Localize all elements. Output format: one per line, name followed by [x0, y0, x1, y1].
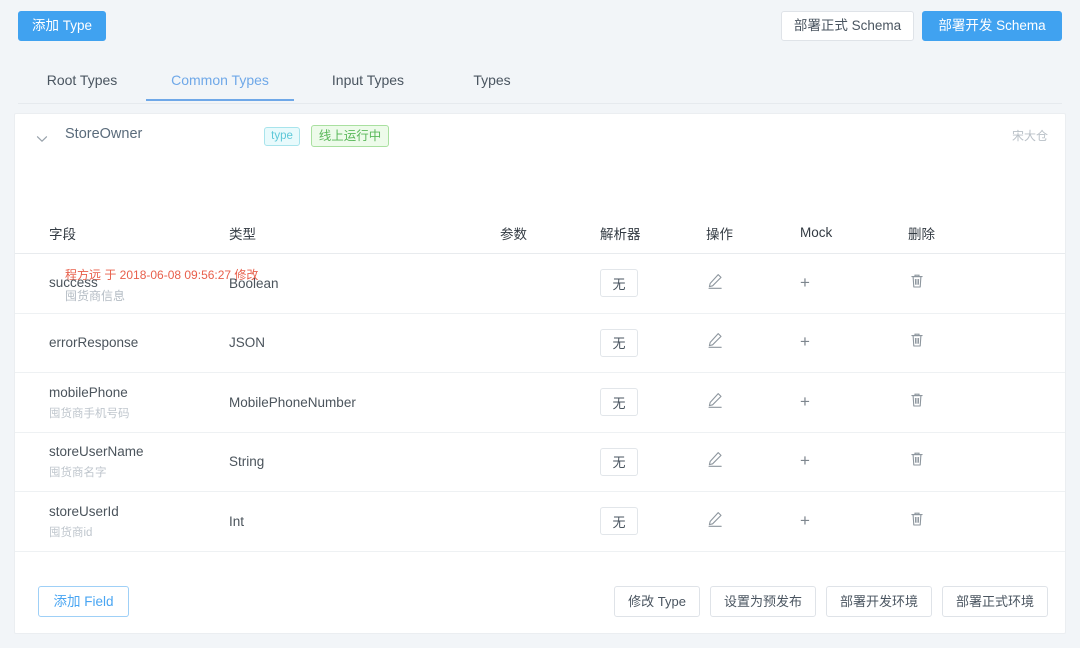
app-page: 添加 Type 部署正式 Schema 部署开发 Schema Root Typ… — [0, 0, 1080, 648]
resolver-select[interactable]: 无 — [600, 447, 638, 476]
pencil-icon[interactable] — [706, 450, 724, 468]
deploy-prod-schema-button[interactable]: 部署正式 Schema — [781, 11, 914, 41]
table-row: errorResponse JSON 无 + — [15, 314, 1065, 373]
delete-cell — [908, 391, 1008, 414]
pencil-icon[interactable] — [706, 510, 724, 528]
deploy-dev-schema-button[interactable]: 部署开发 Schema — [922, 11, 1062, 41]
mock-cell: + — [800, 512, 908, 531]
column-header-field: 字段 — [49, 226, 76, 242]
type-name[interactable]: StoreOwner — [65, 126, 142, 142]
column-header-operation: 操作 — [706, 226, 733, 242]
operation-cell — [706, 331, 800, 354]
resolver-cell: 无 — [600, 507, 706, 536]
resolver-select[interactable]: 无 — [600, 507, 638, 536]
type-card-header: StoreOwner type 线上运行中 程方远 于 2018-06-08 0… — [15, 114, 1065, 303]
trash-icon[interactable] — [908, 450, 926, 468]
field-type: Boolean — [229, 275, 279, 291]
resolver-select[interactable]: 无 — [600, 328, 638, 357]
fields-table: 字段 类型 参数 解析器 操作 Mock 删除 success Boolean 无 +… — [15, 212, 1065, 552]
table-body: success Boolean 无 + errorResponse JSON 无 + mobil… — [15, 254, 1065, 552]
chevron-down-icon[interactable] — [36, 132, 48, 144]
field-cell: storeUserName 囤货商名字 — [15, 443, 229, 480]
tab-input-types[interactable]: Input Types — [294, 62, 442, 100]
resolver-select[interactable]: 无 — [600, 388, 638, 417]
field-cell: success — [15, 274, 229, 292]
table-header-row: 字段 类型 参数 解析器 操作 Mock 删除 — [15, 212, 1065, 254]
field-name: storeUserId — [49, 503, 119, 519]
trash-icon[interactable] — [908, 272, 926, 290]
field-description: 囤货商id — [49, 526, 93, 539]
top-toolbar: 添加 Type 部署正式 Schema 部署开发 Schema — [0, 0, 1080, 52]
type-owner-label: 宋大仓 — [1011, 129, 1048, 143]
field-cell: storeUserId 囤货商id — [15, 503, 229, 540]
plus-icon[interactable]: + — [800, 452, 810, 469]
field-cell: mobilePhone 囤货商手机号码 — [15, 384, 229, 421]
add-type-button[interactable]: 添加 Type — [18, 11, 106, 41]
table-row: success Boolean 无 + — [15, 254, 1065, 314]
table-row: storeUserId 囤货商id Int 无 + — [15, 492, 1065, 552]
operation-cell — [706, 450, 800, 473]
edit-type-button[interactable]: 修改 Type — [614, 586, 700, 617]
field-description: 囤货商名字 — [49, 467, 107, 480]
delete-cell — [908, 510, 1008, 533]
operation-cell — [706, 391, 800, 414]
field-type: Int — [229, 513, 245, 529]
operation-cell — [706, 272, 800, 295]
delete-cell — [908, 331, 1008, 354]
trash-icon[interactable] — [908, 391, 926, 409]
field-type: MobilePhoneNumber — [229, 394, 356, 410]
tab-types[interactable]: Types — [442, 62, 542, 100]
table-row: mobilePhone 囤货商手机号码 MobilePhoneNumber 无 + — [15, 373, 1065, 433]
column-header-param: 参数 — [500, 226, 527, 242]
plus-icon[interactable]: + — [800, 274, 810, 291]
mock-cell: + — [800, 452, 908, 471]
tab-root-types[interactable]: Root Types — [18, 62, 146, 100]
deploy-dev-env-button[interactable]: 部署开发环境 — [825, 586, 932, 617]
mock-cell: + — [800, 274, 908, 293]
resolver-cell: 无 — [600, 447, 706, 476]
delete-cell — [908, 450, 1008, 473]
field-name: errorResponse — [49, 334, 139, 350]
deploy-prod-env-button[interactable]: 部署正式环境 — [941, 586, 1048, 617]
field-description: 囤货商手机号码 — [49, 407, 130, 420]
column-header-delete: 删除 — [908, 226, 935, 242]
type-category-tabs: Root Types Common Types Input Types Type… — [18, 62, 1062, 104]
mock-cell: + — [800, 333, 908, 352]
tab-common-types[interactable]: Common Types — [146, 62, 294, 101]
field-type: JSON — [229, 335, 266, 351]
pencil-icon[interactable] — [706, 272, 724, 290]
status-badge: 线上运行中 — [311, 125, 389, 147]
footer-actions: 修改 Type 设置为预发布 部署开发环境 部署正式环境 — [614, 586, 1048, 617]
column-header-mock: Mock — [800, 225, 833, 240]
type-kind-tag: type — [264, 127, 300, 146]
plus-icon[interactable]: + — [800, 333, 810, 350]
resolver-cell: 无 — [600, 388, 706, 417]
type-detail-card: StoreOwner type 线上运行中 程方远 于 2018-06-08 0… — [14, 113, 1066, 634]
field-name: mobilePhone — [49, 384, 128, 400]
delete-cell — [908, 272, 1008, 295]
table-row: storeUserName 囤货商名字 String 无 + — [15, 433, 1065, 492]
resolver-cell: 无 — [600, 269, 706, 298]
plus-icon[interactable]: + — [800, 512, 810, 529]
type-card-footer: 添加 Field 修改 Type 设置为预发布 部署开发环境 部署正式环境 — [15, 569, 1065, 633]
column-header-type: 类型 — [229, 226, 256, 242]
pencil-icon[interactable] — [706, 391, 724, 409]
set-prerelease-button[interactable]: 设置为预发布 — [709, 586, 816, 617]
field-name: storeUserName — [49, 444, 144, 460]
add-field-button[interactable]: 添加 Field — [38, 586, 129, 617]
plus-icon[interactable]: + — [800, 393, 810, 410]
pencil-icon[interactable] — [706, 331, 724, 349]
column-header-resolver: 解析器 — [600, 226, 641, 242]
resolver-select[interactable]: 无 — [600, 269, 638, 298]
operation-cell — [706, 510, 800, 533]
resolver-cell: 无 — [600, 328, 706, 357]
trash-icon[interactable] — [908, 331, 926, 349]
trash-icon[interactable] — [908, 510, 926, 528]
mock-cell: + — [800, 393, 908, 412]
field-cell: errorResponse — [15, 334, 229, 352]
field-name: success — [49, 275, 98, 291]
field-type: String — [229, 454, 265, 470]
